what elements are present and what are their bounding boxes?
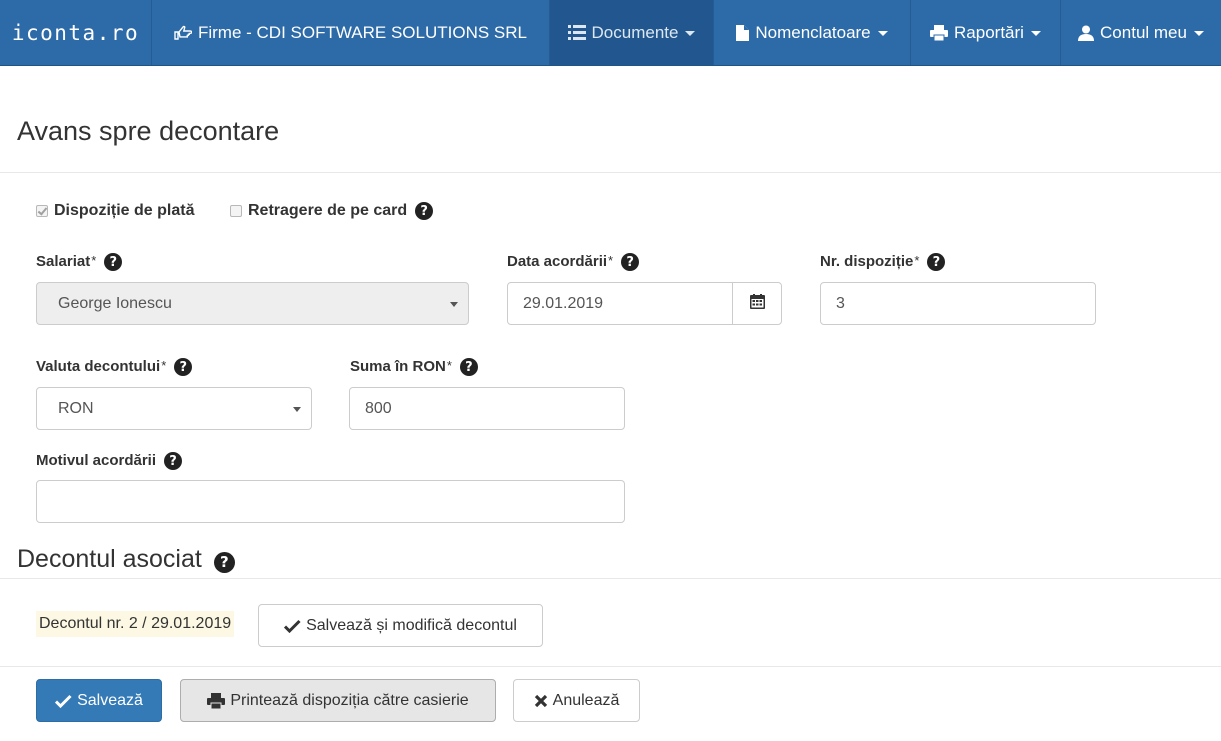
check-icon: [284, 619, 301, 633]
salariat-value: George Ionescu: [58, 294, 172, 312]
nav-label-raportari: Raportări: [954, 22, 1024, 42]
question-circle-icon[interactable]: ?: [927, 253, 946, 271]
nav-label-firme: Firme - CDI SOFTWARE SOLUTIONS SRL: [197, 22, 527, 42]
print-dispozitie-button[interactable]: Printează dispoziția către casierie: [180, 679, 496, 722]
nav-item-contul-meu[interactable]: Contul meu: [1061, 0, 1221, 65]
data-acordarii-value: 29.01.2019: [523, 294, 604, 312]
dispozitie-option[interactable]: Dispoziție de plată: [36, 202, 194, 220]
question-circle-icon[interactable]: ?: [213, 552, 235, 574]
suma-input[interactable]: 800: [349, 387, 625, 430]
valuta-select[interactable]: RON: [36, 387, 312, 430]
check-icon: [55, 694, 72, 708]
save-label: Salvează: [77, 691, 143, 709]
file-icon: [736, 24, 750, 41]
dispozitie-checkbox[interactable]: [36, 205, 48, 217]
hand-point-right-icon: [174, 25, 192, 41]
save-modify-decont-label: Salvează și modifică decontul: [306, 616, 517, 634]
brand-logo[interactable]: iconta.ro: [0, 0, 152, 65]
chevron-down-icon: [877, 31, 888, 36]
question-circle-icon[interactable]: ?: [174, 358, 193, 376]
motivul-label-group: Motivul acordării?: [36, 452, 183, 470]
salariat-label: Salariat: [36, 253, 91, 271]
cancel-button[interactable]: Anulează: [513, 679, 640, 722]
data-acordarii-label: Data acordării: [507, 253, 608, 271]
question-circle-icon[interactable]: ?: [621, 253, 640, 271]
save-button[interactable]: Salvează: [36, 679, 162, 722]
salariat-select[interactable]: George Ionescu: [36, 282, 469, 325]
salariat-label-group: Salariat*?: [36, 253, 123, 271]
data-acordarii-input[interactable]: 29.01.2019: [507, 282, 782, 325]
question-circle-icon[interactable]: ?: [415, 202, 434, 220]
suma-label-group: Suma în RON*?: [350, 358, 478, 376]
brand-text: iconta.ro: [11, 20, 140, 45]
required-mark: *: [91, 253, 97, 268]
chevron-down-icon: [685, 31, 696, 36]
list-icon: [567, 25, 586, 40]
required-mark: *: [161, 358, 167, 373]
divider: [0, 578, 1221, 579]
user-icon: [1078, 25, 1095, 41]
required-mark: *: [446, 358, 452, 373]
print-icon: [930, 24, 949, 41]
question-circle-icon[interactable]: ?: [104, 253, 123, 271]
caret-down-icon: [450, 302, 458, 307]
motivul-input[interactable]: [36, 480, 625, 523]
motivul-label: Motivul acordării: [36, 452, 157, 470]
nr-dispozitie-label-group: Nr. dispoziție*?: [820, 253, 946, 271]
decont-section-header: Decontul asociat?: [17, 545, 235, 574]
nav-label-documente: Documente: [591, 22, 679, 42]
question-circle-icon[interactable]: ?: [459, 358, 478, 376]
nav-label-contul-meu: Contul meu: [1100, 22, 1187, 42]
decont-section-title: Decontul asociat: [17, 545, 202, 573]
page-title: Avans spre decontare: [17, 116, 280, 146]
top-navbar: iconta.ro Firme - CDI SOFTWARE SOLUTIONS…: [0, 0, 1221, 66]
retragere-checkbox[interactable]: [230, 205, 242, 217]
cancel-label: Anulează: [552, 691, 620, 709]
print-dispozitie-label: Printează dispoziția către casierie: [230, 691, 469, 709]
chevron-down-icon: [1193, 31, 1204, 36]
valuta-value: RON: [58, 399, 94, 417]
suma-label: Suma în RON: [350, 358, 446, 376]
nav-item-firme[interactable]: Firme - CDI SOFTWARE SOLUTIONS SRL: [152, 0, 550, 65]
nr-dispozitie-label: Nr. dispoziție: [820, 253, 914, 271]
calendar-icon: [749, 293, 765, 314]
question-circle-icon[interactable]: ?: [164, 452, 183, 470]
print-icon: [207, 692, 226, 709]
required-mark: *: [914, 253, 920, 268]
required-mark: *: [608, 253, 614, 268]
calendar-button[interactable]: [732, 283, 781, 324]
chevron-down-icon: [1030, 31, 1041, 36]
save-modify-decont-button[interactable]: Salvează și modifică decontul: [258, 604, 543, 647]
nr-dispozitie-value: 3: [836, 294, 845, 312]
valuta-label: Valuta decontului: [36, 358, 161, 376]
retragere-label: Retragere de pe card: [248, 202, 408, 219]
data-acordarii-label-group: Data acordării*?: [507, 253, 640, 271]
dispozitie-label: Dispoziție de plată: [54, 202, 195, 219]
nav-item-documente[interactable]: Documente: [550, 0, 714, 65]
nav-item-raportari[interactable]: Raportări: [911, 0, 1061, 65]
retragere-option[interactable]: Retragere de pe card?: [230, 202, 434, 220]
nr-dispozitie-input[interactable]: 3: [820, 282, 1096, 325]
suma-value: 800: [365, 399, 392, 417]
divider: [0, 666, 1221, 667]
close-icon: [534, 694, 548, 708]
nav-label-nomenclatoare: Nomenclatoare: [755, 22, 871, 42]
nav-item-nomenclatoare[interactable]: Nomenclatoare: [714, 0, 911, 65]
caret-down-icon: [293, 407, 301, 412]
divider: [0, 172, 1221, 173]
valuta-label-group: Valuta decontului*?: [36, 358, 193, 376]
decont-badge: Decontul nr. 2 / 29.01.2019: [36, 611, 235, 637]
